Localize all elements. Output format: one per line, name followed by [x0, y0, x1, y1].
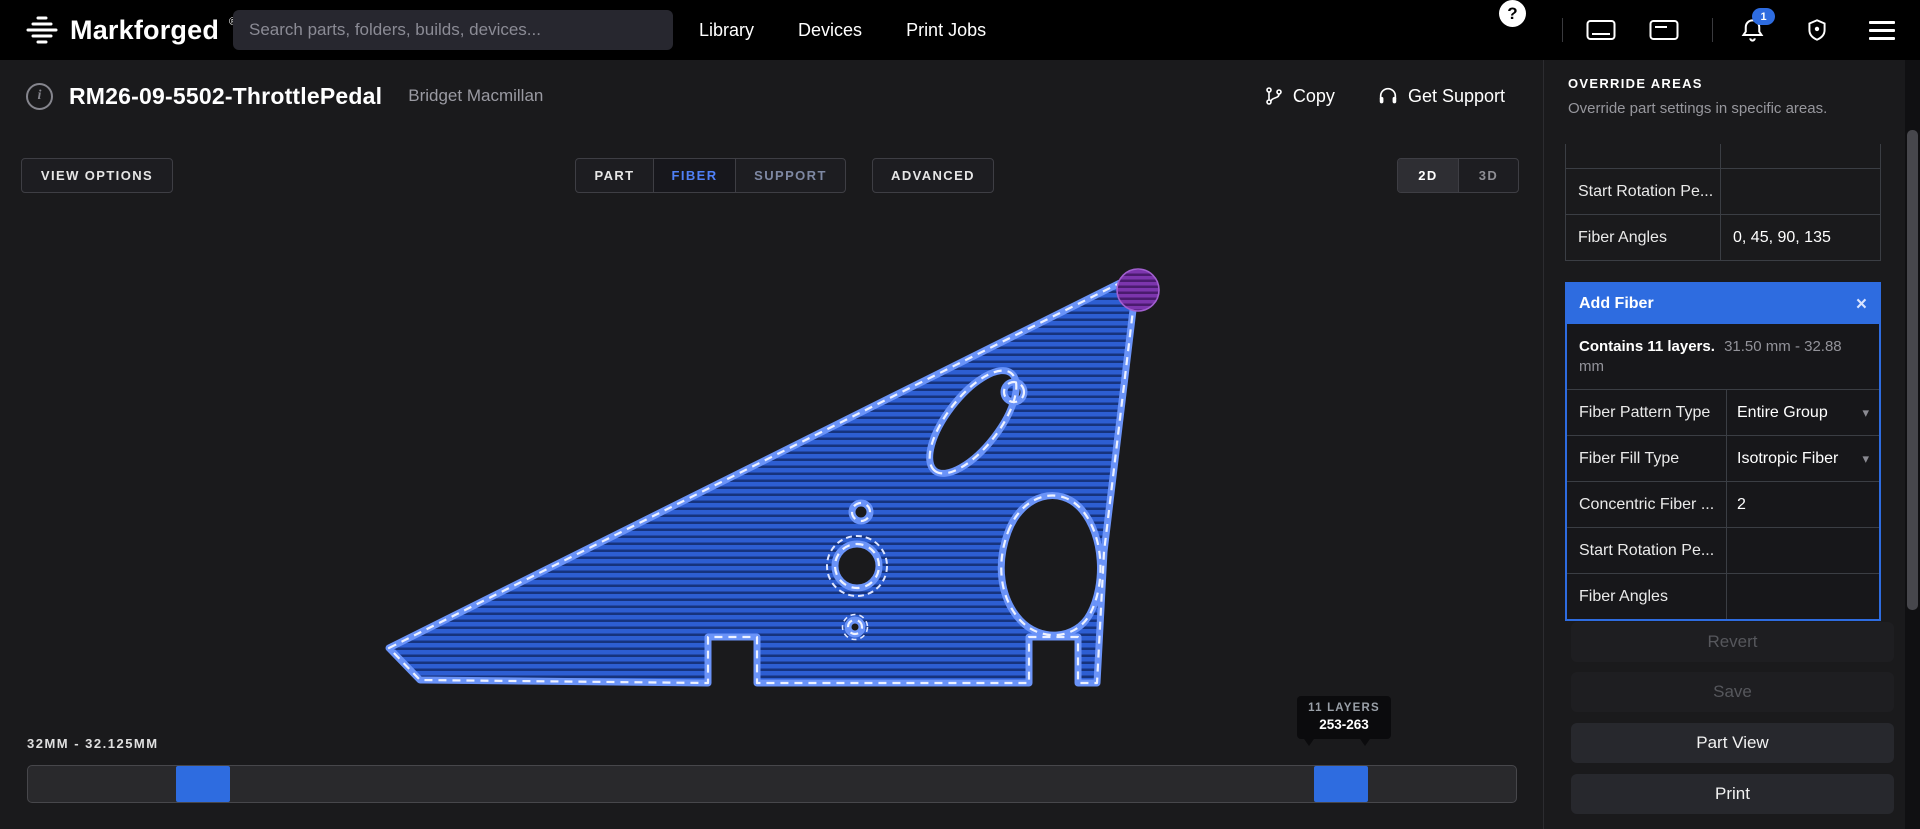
nav-links: Library Devices Print Jobs	[699, 0, 986, 60]
nav-link-print-jobs[interactable]: Print Jobs	[906, 20, 986, 41]
save-button[interactable]: Save	[1571, 672, 1894, 712]
viewer-canvas[interactable]: VIEW OPTIONS PART FIBER SUPPORT ADVANCED…	[0, 132, 1543, 829]
nav-link-devices[interactable]: Devices	[798, 20, 862, 41]
table-row: Fiber Angles	[1567, 574, 1879, 619]
vertical-scrollbar[interactable]	[1905, 60, 1920, 829]
layer-tooltip: 11 LAYERS 253-263	[1297, 696, 1391, 739]
row-value[interactable]	[1721, 169, 1880, 214]
row-label: Fiber Angles	[1567, 574, 1727, 619]
chevron-down-icon: ▾	[1862, 404, 1869, 420]
row-label: Fiber Angles	[1566, 215, 1721, 260]
notification-badge: 1	[1752, 8, 1775, 25]
view-mode-tabs: PART FIBER SUPPORT	[575, 158, 846, 193]
fiber-angles-input[interactable]	[1727, 574, 1879, 619]
layer-slider-handle-right[interactable]	[1314, 766, 1368, 802]
nav-link-library[interactable]: Library	[699, 20, 754, 41]
part-outline	[385, 275, 1140, 687]
part-owner: Bridget Macmillan	[408, 86, 544, 105]
layer-count-label: 11 LAYERS	[1308, 702, 1380, 714]
nav-divider	[1562, 18, 1563, 42]
printer-panel-button[interactable]	[1585, 0, 1617, 60]
concentric-fiber-input[interactable]: 2	[1727, 482, 1879, 527]
start-rotation-input[interactable]	[1727, 528, 1879, 573]
add-fiber-title: Add Fiber	[1579, 295, 1654, 312]
table-row: Start Rotation Pe...	[1566, 169, 1880, 215]
layer-slider[interactable]	[27, 765, 1517, 803]
nav-divider	[1712, 18, 1713, 42]
add-fiber-header: Add Fiber ×	[1567, 284, 1879, 324]
markforged-logo-icon	[26, 16, 58, 44]
panel-description: Override part settings in specific areas…	[1568, 100, 1828, 117]
print-button[interactable]: Print	[1571, 774, 1894, 814]
row-label: Concentric Fiber ...	[1567, 482, 1727, 527]
copy-label: Copy	[1292, 85, 1335, 106]
height-range-label: 32MM - 32.125MM	[27, 736, 159, 751]
dimension-toggle: 2D 3D	[1397, 158, 1519, 193]
row-label: Start Rotation Pe...	[1567, 528, 1727, 573]
add-fiber-panel: Add Fiber × Contains 11 layers. 31.50 mm…	[1565, 282, 1881, 621]
info-icon[interactable]: i	[26, 82, 53, 110]
brand-name: Markforged	[70, 14, 220, 45]
fiber-pattern-type-select[interactable]: Entire Group ▾	[1727, 390, 1879, 435]
override-areas-panel: OVERRIDE AREAS Override part settings in…	[1543, 60, 1905, 829]
row-label: Fiber Pattern Type	[1567, 390, 1727, 435]
copy-button[interactable]: Copy	[1264, 86, 1335, 107]
table-row: Concentric Fiber ... 2	[1567, 482, 1879, 528]
part-header: i RM26-09-5502-ThrottlePedal Bridget Mac…	[0, 60, 1543, 132]
printer-panel-icon	[1586, 20, 1616, 40]
tab-fiber[interactable]: FIBER	[653, 159, 735, 192]
headset-icon	[1379, 87, 1397, 104]
fiber-fill-type-select[interactable]: Isotropic Fiber ▾	[1727, 436, 1879, 481]
get-support-button[interactable]: Get Support	[1377, 85, 1505, 107]
scrollbar-thumb[interactable]	[1907, 130, 1918, 610]
close-icon[interactable]: ×	[1856, 295, 1867, 314]
view-options-button[interactable]: VIEW OPTIONS	[21, 158, 173, 193]
table-row: Fiber Fill Type Isotropic Fiber ▾	[1567, 436, 1879, 482]
print-bed-button[interactable]	[1648, 0, 1680, 60]
advanced-button[interactable]: ADVANCED	[872, 158, 994, 193]
menu-button[interactable]	[1868, 0, 1896, 60]
tab-part[interactable]: PART	[576, 159, 653, 192]
summary-layers: Contains 11 layers.	[1579, 338, 1715, 355]
table-row: Fiber Pattern Type Entire Group ▾	[1567, 390, 1879, 436]
table-row: Start Rotation Pe...	[1567, 528, 1879, 574]
layer-summary: Contains 11 layers. 31.50 mm - 32.88 mm	[1567, 324, 1879, 390]
markforged-logo[interactable]: Markforged ®	[24, 0, 237, 60]
hamburger-icon	[1869, 20, 1895, 24]
shield-icon	[1808, 19, 1826, 41]
print-bed-icon	[1649, 20, 1679, 40]
layer-slider-handle-left[interactable]	[176, 766, 230, 802]
header-actions: Copy Get Support	[1264, 85, 1505, 107]
top-nav: Markforged ® Library Devices Print Jobs …	[0, 0, 1920, 60]
search-input[interactable]	[233, 10, 673, 50]
revert-button[interactable]: Revert	[1571, 622, 1894, 662]
tab-support[interactable]: SUPPORT	[735, 159, 845, 192]
row-value[interactable]: 0, 45, 90, 135	[1721, 215, 1880, 260]
get-support-label: Get Support	[1407, 85, 1505, 106]
fiber-override-region[interactable]	[1116, 268, 1160, 312]
layer-range-label: 253-263	[1319, 717, 1369, 732]
row-label: Fiber Fill Type	[1567, 436, 1727, 481]
fork-icon	[1266, 87, 1282, 105]
help-glyph: ?	[1507, 3, 1518, 23]
chevron-down-icon: ▾	[1862, 450, 1869, 466]
table-row: Fiber Angles 0, 45, 90, 135	[1566, 215, 1880, 260]
part-view-button[interactable]: Part View	[1571, 723, 1894, 763]
override-group-table: Start Rotation Pe... Fiber Angles 0, 45,…	[1565, 144, 1881, 261]
row-label: Start Rotation Pe...	[1566, 169, 1721, 214]
safety-button[interactable]	[1803, 0, 1831, 60]
table-row-clipped	[1566, 144, 1880, 169]
toggle-3d[interactable]: 3D	[1458, 159, 1518, 192]
panel-title: OVERRIDE AREAS	[1568, 76, 1703, 91]
page-title: RM26-09-5502-ThrottlePedal	[69, 82, 383, 109]
help-button[interactable]: ?	[1499, 0, 1526, 27]
toggle-2d[interactable]: 2D	[1398, 159, 1458, 192]
